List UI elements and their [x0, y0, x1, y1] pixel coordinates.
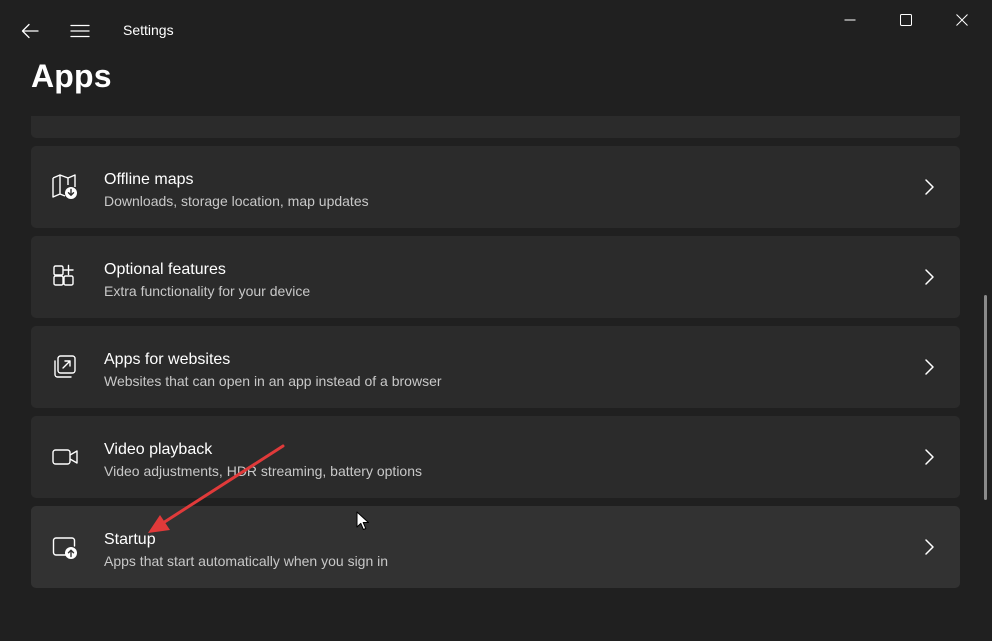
map-download-icon [52, 174, 77, 199]
settings-window: Settings Apps Offline maps Downloads, st… [0, 0, 992, 641]
card-subtitle: Video adjustments, HDR streaming, batter… [104, 463, 423, 479]
settings-card-offline-maps[interactable]: Offline maps Downloads, storage location… [31, 146, 960, 228]
settings-card-partial[interactable] [31, 116, 960, 138]
card-title: Optional features [104, 261, 226, 278]
close-icon [956, 14, 968, 26]
maximize-button[interactable] [878, 0, 934, 40]
card-title: Apps for websites [104, 351, 231, 368]
settings-card-video-playback[interactable]: Video playback Video adjustments, HDR st… [31, 416, 960, 498]
grid-add-icon [53, 264, 74, 286]
card-title: Video playback [104, 441, 213, 458]
back-button[interactable] [13, 14, 47, 48]
hamburger-icon [70, 24, 90, 38]
title-bar: Settings [0, 0, 992, 60]
settings-card-apps-for-websites[interactable]: Apps for websites Websites that can open… [31, 326, 960, 408]
settings-list: Offline maps Downloads, storage location… [0, 116, 992, 641]
card-title: Offline maps [104, 171, 194, 188]
chevron-right-icon [925, 539, 934, 555]
page-title: Apps [31, 58, 112, 94]
app-title: Settings [123, 22, 174, 38]
chevron-right-icon [925, 269, 934, 285]
minimize-icon [844, 19, 856, 21]
vertical-scrollbar[interactable] [984, 295, 987, 500]
navigation-menu-button[interactable] [63, 14, 97, 48]
minimize-button[interactable] [822, 0, 878, 40]
video-camera-icon [52, 449, 78, 465]
open-in-app-icon [54, 355, 76, 378]
settings-card-optional-features[interactable]: Optional features Extra functionality fo… [31, 236, 960, 318]
chevron-right-icon [925, 449, 934, 465]
back-arrow-icon [21, 23, 39, 39]
chevron-right-icon [925, 359, 934, 375]
card-title: Startup [104, 531, 156, 548]
card-subtitle: Websites that can open in an app instead… [104, 373, 442, 389]
card-subtitle: Downloads, storage location, map updates [104, 193, 369, 209]
startup-icon [52, 537, 77, 559]
maximize-icon [900, 14, 912, 26]
chevron-right-icon [925, 179, 934, 195]
close-button[interactable] [934, 0, 990, 40]
card-subtitle: Extra functionality for your device [104, 283, 311, 299]
settings-card-startup[interactable]: Startup Apps that start automatically wh… [31, 506, 960, 588]
card-subtitle: Apps that start automatically when you s… [104, 553, 389, 569]
